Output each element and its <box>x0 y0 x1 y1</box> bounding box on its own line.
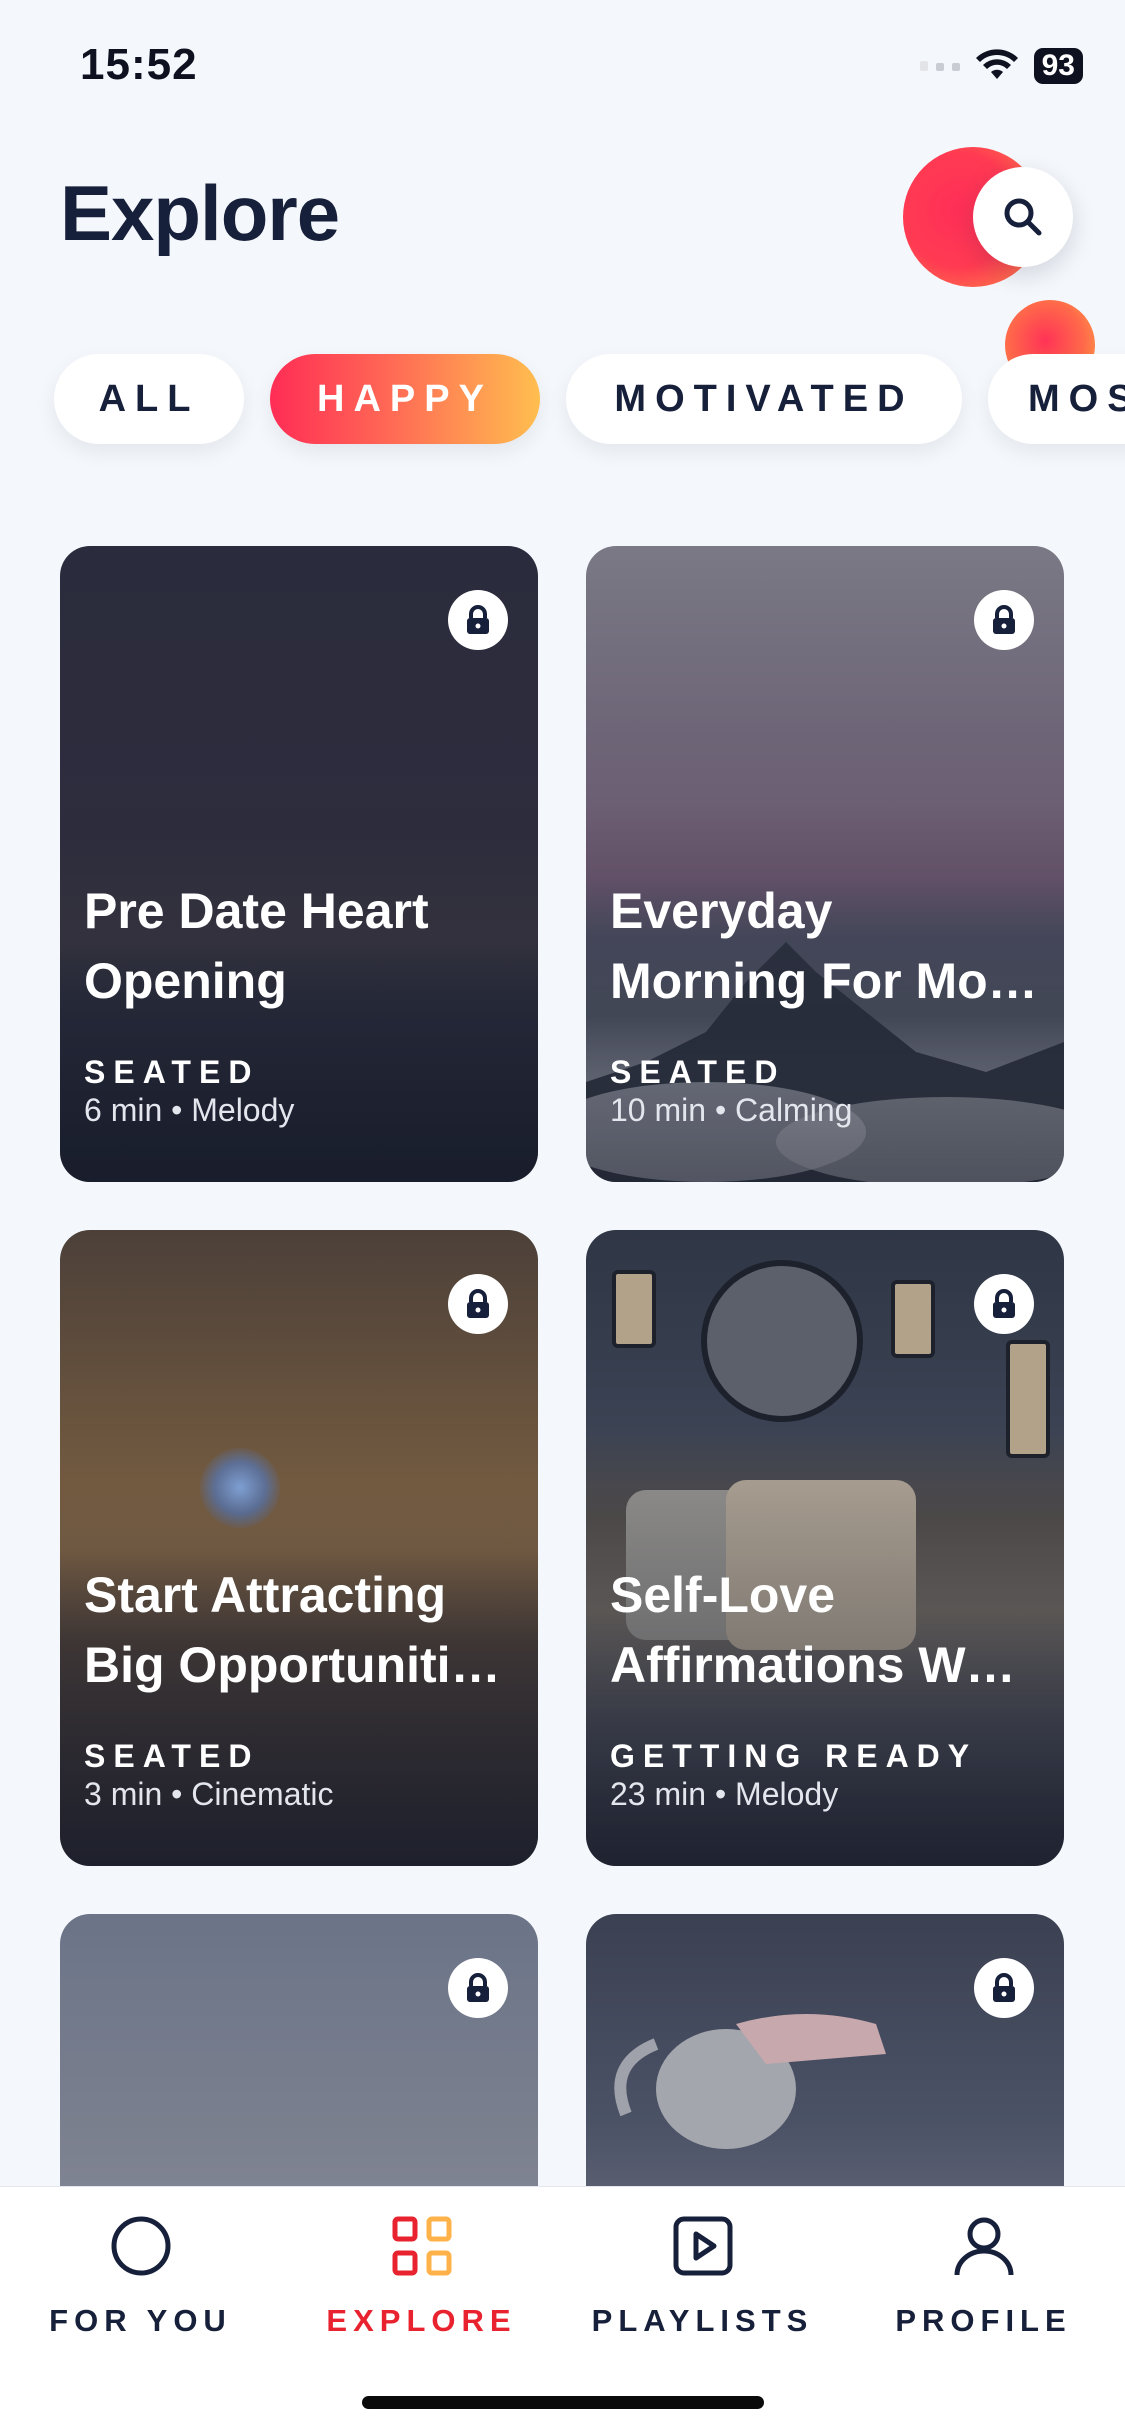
status-time: 15:52 <box>80 40 198 89</box>
nav-label: PLAYLISTS <box>591 2303 814 2338</box>
card-category: GETTING READY <box>610 1738 978 1774</box>
wifi-icon <box>975 49 1018 79</box>
battery-icon: 93 <box>1033 48 1083 84</box>
card-title: Pre Date Heart Opening <box>84 883 429 1009</box>
session-card[interactable]: Pre Date Heart Opening SEATED 6 min • Me… <box>60 546 538 1182</box>
play-square-icon <box>670 2213 736 2279</box>
filter-chip-partial[interactable]: MOS <box>988 354 1125 444</box>
search-button[interactable] <box>973 167 1073 267</box>
card-category: SEATED <box>84 1054 260 1090</box>
nav-label: PROFILE <box>895 2303 1072 2338</box>
card-meta: 23 min • Melody <box>610 1776 839 1812</box>
filter-chip-motivated[interactable]: MOTIVATED <box>566 354 962 444</box>
bedroom-image <box>701 1260 863 1422</box>
card-title: Self-Love Affirmations W… <box>610 1567 1016 1693</box>
signal-icon <box>919 61 960 71</box>
nav-tab-profile[interactable]: PROFILE <box>843 2187 1124 2357</box>
session-card[interactable]: Start Attracting Big Opportuniti… SEATED… <box>60 1230 538 1866</box>
filter-chip-all[interactable]: ALL <box>54 354 244 444</box>
circle-icon <box>108 2213 174 2279</box>
page-title: Explore <box>60 169 340 257</box>
lock-icon <box>448 1958 508 2018</box>
lock-icon <box>974 590 1034 650</box>
nav-label: EXPLORE <box>326 2303 517 2338</box>
session-card[interactable]: Everyday Morning For Mo… SEATED 10 min •… <box>586 546 1064 1182</box>
nav-tab-explore[interactable]: EXPLORE <box>281 2187 562 2357</box>
nav-tab-for-you[interactable]: FOR YOU <box>0 2187 281 2357</box>
card-title: Everyday Morning For Mo… <box>610 883 1038 1009</box>
session-card[interactable]: Self-Love Affirmations W… GETTING READY … <box>586 1230 1064 1866</box>
home-indicator[interactable] <box>362 2396 764 2409</box>
lock-icon <box>974 1958 1034 2018</box>
card-meta: 3 min • Cinematic <box>84 1776 334 1812</box>
card-title: Start Attracting Big Opportuniti… <box>84 1567 501 1693</box>
lock-icon <box>448 590 508 650</box>
lamp-image <box>1006 1340 1050 1458</box>
lamp-image <box>612 1270 656 1348</box>
search-icon <box>1004 198 1042 236</box>
nav-tab-playlists[interactable]: PLAYLISTS <box>562 2187 843 2357</box>
user-icon <box>951 2213 1017 2279</box>
explore-screen: 15:52 93 Explore ALL HAPPY MOTIVATED MOS… <box>0 0 1125 2436</box>
card-meta: 10 min • Calming <box>610 1092 853 1128</box>
grid-icon <box>389 2213 455 2279</box>
card-category: SEATED <box>610 1054 786 1090</box>
card-meta: 6 min • Melody <box>84 1092 295 1128</box>
mood-filter-bar: ALL HAPPY MOTIVATED MOS <box>54 354 1125 444</box>
lock-icon <box>448 1274 508 1334</box>
card-category: SEATED <box>84 1738 260 1774</box>
lamp-image <box>891 1280 935 1358</box>
nav-label: FOR YOU <box>49 2303 232 2338</box>
lock-icon <box>974 1274 1034 1334</box>
status-icons: 93 <box>919 48 1083 84</box>
filter-chip-happy[interactable]: HAPPY <box>270 354 540 444</box>
